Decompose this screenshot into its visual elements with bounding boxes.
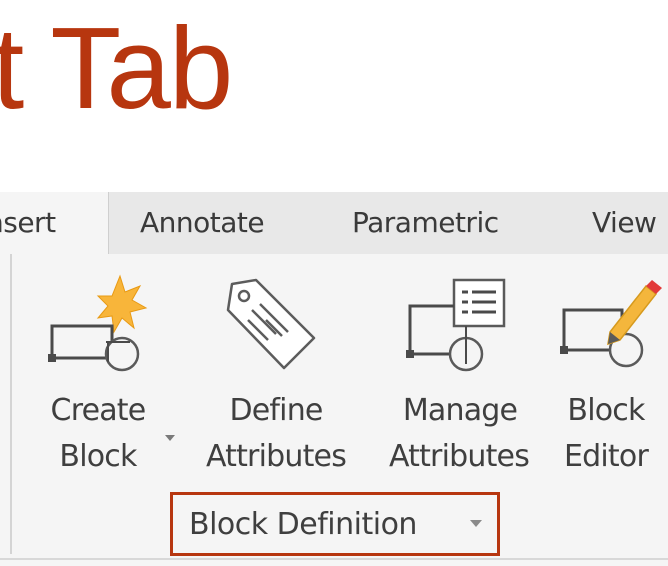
block-editor-icon xyxy=(560,280,662,368)
create-block-label-line1: Create xyxy=(50,393,147,428)
create-block-label-line2: Block xyxy=(59,439,137,474)
panel-bottom-border xyxy=(0,558,668,560)
chevron-down-icon[interactable] xyxy=(164,434,176,442)
tab-insert[interactable]: nsert xyxy=(0,192,109,254)
tab-view[interactable]: View xyxy=(592,192,657,254)
chevron-down-icon[interactable] xyxy=(469,519,483,528)
manage-attributes-label-line2: Attributes xyxy=(388,439,530,474)
page-title: t Tab xyxy=(0,3,233,133)
panel-divider xyxy=(10,254,12,554)
define-attributes-icon xyxy=(226,278,316,370)
manage-attributes-icon xyxy=(406,278,506,372)
block-editor-label-line1: Block xyxy=(567,393,645,428)
block-definition-group[interactable]: Block Definition xyxy=(170,492,500,556)
define-attributes-label-line2: Attributes xyxy=(205,439,347,474)
ribbon-tab-bar: nsert Annotate Parametric View xyxy=(0,192,668,254)
define-attributes-label-line1: Define xyxy=(229,393,323,428)
tab-annotate[interactable]: Annotate xyxy=(140,192,265,254)
tab-parametric[interactable]: Parametric xyxy=(352,192,499,254)
block-editor-label-line2: Editor xyxy=(564,439,649,474)
manage-attributes-label-line1: Manage xyxy=(402,393,518,428)
group-label: Block Definition xyxy=(189,507,417,542)
create-block-icon xyxy=(48,274,148,372)
